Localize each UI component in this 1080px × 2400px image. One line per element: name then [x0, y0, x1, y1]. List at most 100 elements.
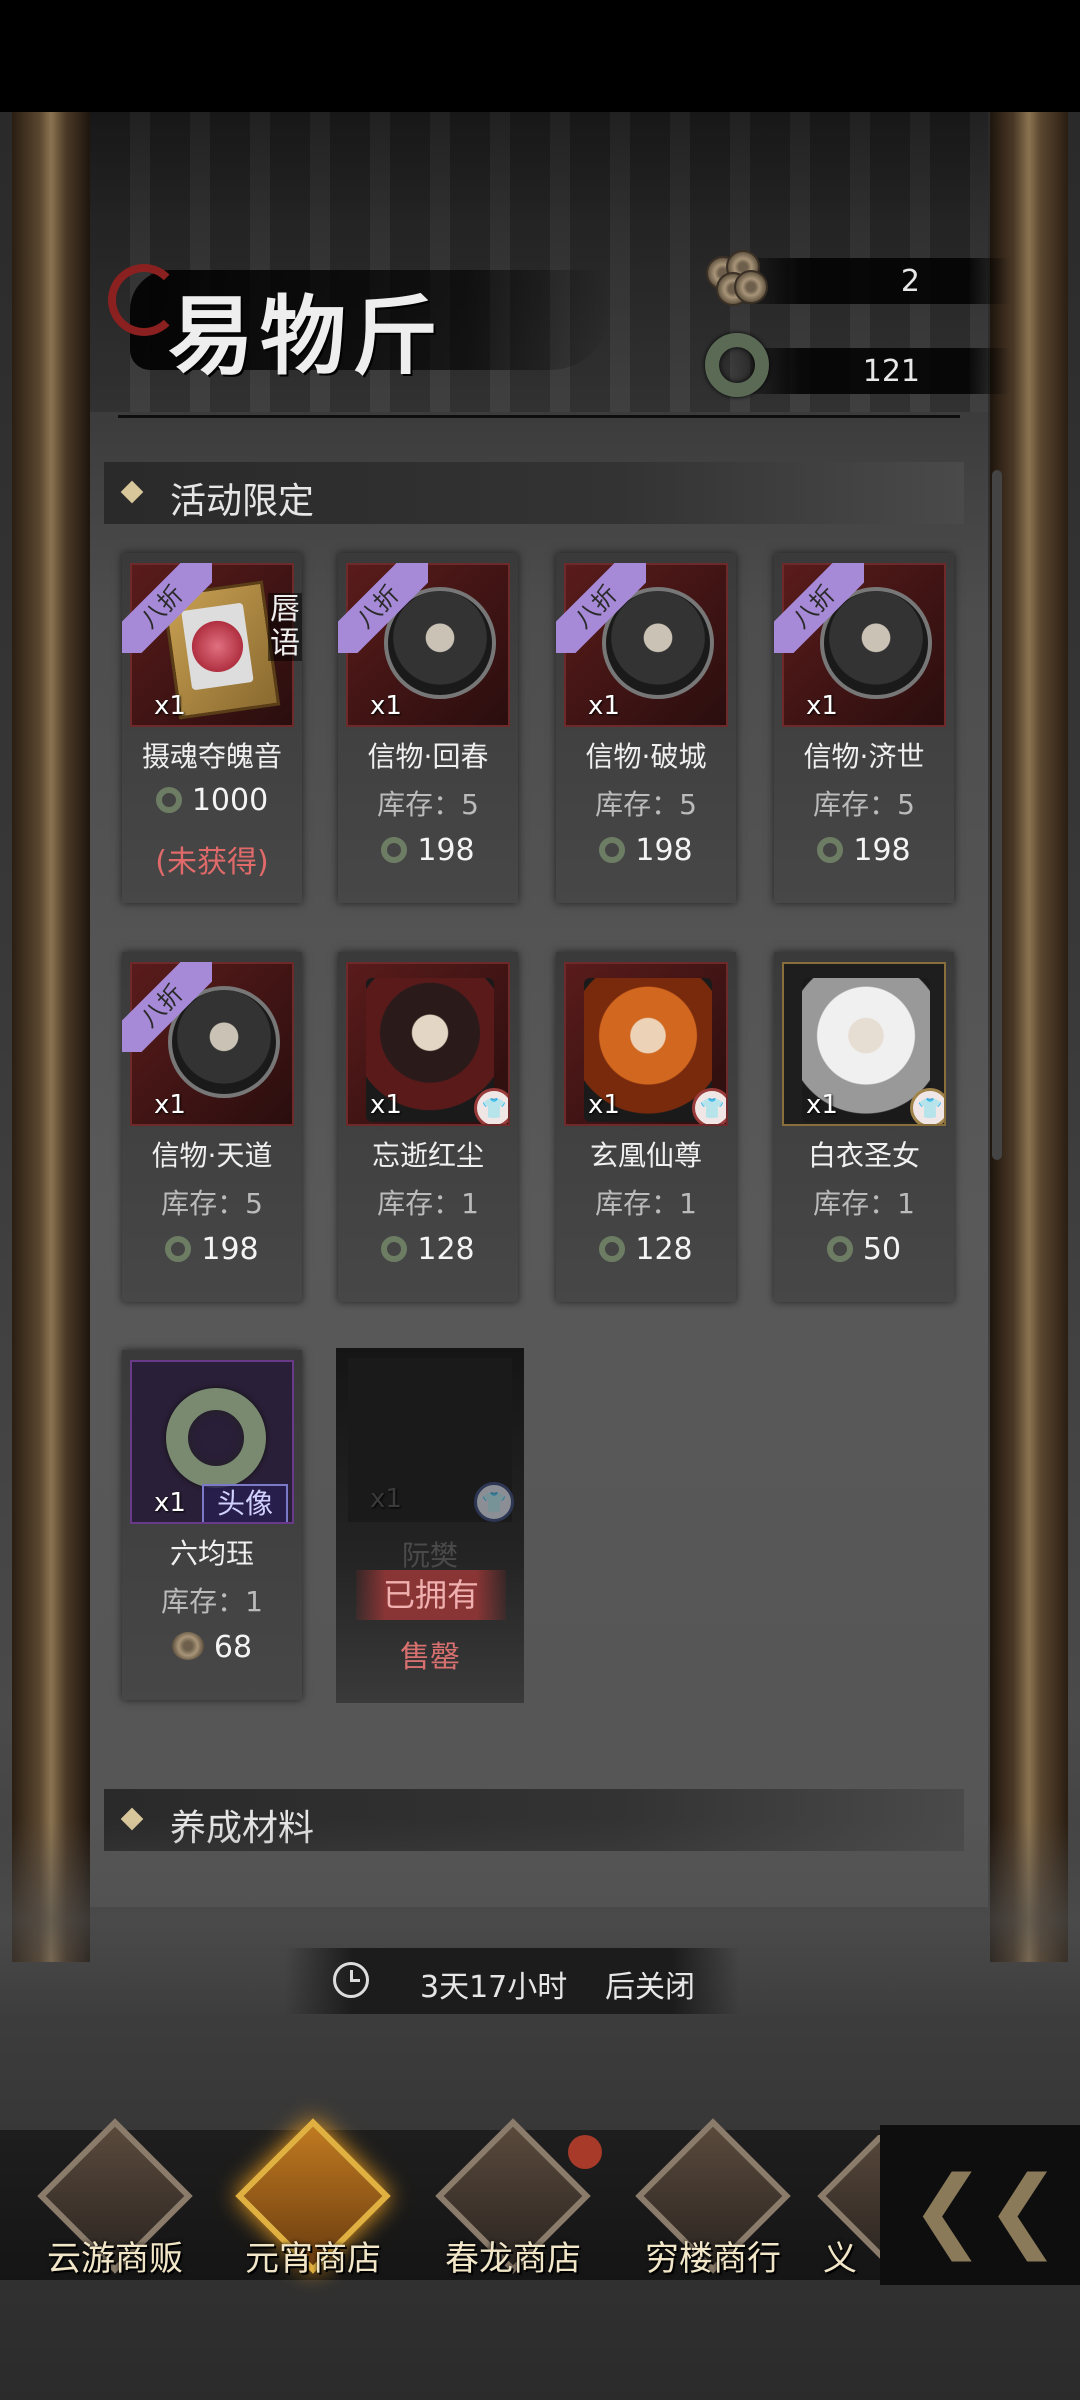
- item-image: x1 👕: [348, 1358, 514, 1522]
- shop-item-card[interactable]: x1 👕 白衣圣女 库存：1 50: [774, 952, 954, 1302]
- discount-ribbon: 八折: [122, 962, 212, 1052]
- item-name: 六均珏: [169, 1537, 254, 1570]
- item-price: 128: [338, 1232, 518, 1267]
- item-status: (未获得): [155, 845, 269, 880]
- scrollbar[interactable]: [992, 470, 1002, 1160]
- item-name: 摄魂夺魄音: [141, 740, 282, 773]
- item-stock: 库存：1: [377, 1187, 479, 1220]
- jade-ring-icon: [155, 787, 182, 813]
- item-quantity: x1: [806, 1090, 838, 1120]
- sold-out-label: 售罄: [400, 1640, 460, 1675]
- jade-ring-icon: [817, 837, 844, 863]
- shop-item-card[interactable]: x1 八折 信物·破城 库存：5 198: [556, 553, 736, 903]
- outfit-icon: 👕: [474, 1482, 514, 1522]
- header-divider: [118, 415, 960, 418]
- item-price: 198: [338, 833, 518, 868]
- item-quantity: x1: [806, 691, 838, 721]
- coins-icon: [700, 248, 768, 312]
- item-side-tag: 唇语: [268, 592, 302, 661]
- item-price: 198: [122, 1232, 302, 1267]
- shop-item-card[interactable]: x1 头像 六均珏 库存：1 68: [122, 1350, 302, 1700]
- item-name: 玄凰仙尊: [589, 1139, 702, 1172]
- tab-label: 穷楼商行: [645, 2239, 781, 2279]
- back-button[interactable]: ❮❮: [880, 2125, 1080, 2285]
- item-stock: 库存：5: [813, 788, 915, 821]
- tab-spring-dragon-shop[interactable]: 春龙商店: [418, 2118, 608, 2285]
- outfit-icon: 👕: [474, 1088, 508, 1124]
- item-stock: 库存：5: [595, 788, 697, 821]
- jade-ring-icon: [599, 837, 626, 863]
- timer-remaining: 3天17小时: [420, 1970, 568, 2005]
- shop-item-card[interactable]: x1 八折 信物·济世 库存：5 198: [774, 553, 954, 903]
- item-image: x1 👕: [564, 962, 728, 1126]
- item-price: 128: [556, 1232, 736, 1267]
- avatar-tag: 头像: [202, 1484, 288, 1522]
- jade-ring-icon: [705, 333, 769, 397]
- outfit-icon: 👕: [692, 1088, 726, 1124]
- jade-ring-icon: [165, 1236, 192, 1262]
- item-name: 信物·回春: [367, 740, 489, 773]
- shop-item-card[interactable]: x1 八折 唇语 摄魂夺魄音 1000 (未获得): [122, 553, 302, 903]
- currency-jade-value: 121: [862, 354, 920, 389]
- jade-ring-icon: [381, 1236, 408, 1262]
- item-name: 信物·天道: [151, 1139, 273, 1172]
- diamond-icon: [120, 480, 144, 504]
- item-price: 50: [774, 1232, 954, 1267]
- item-image: x1 头像: [130, 1360, 294, 1524]
- shop-item-card[interactable]: x1 👕 玄凰仙尊 库存：1 128: [556, 952, 736, 1302]
- item-quantity: x1: [588, 1090, 620, 1120]
- item-stock: 库存：5: [161, 1187, 263, 1220]
- shop-title-block: 易物斤: [108, 250, 610, 387]
- item-quantity: x1: [154, 1488, 186, 1518]
- discount-ribbon: 八折: [122, 563, 212, 653]
- status-bar-area: [0, 0, 1080, 112]
- tab-partial[interactable]: 义: [800, 2135, 880, 2285]
- tab-label: 春龙商店: [445, 2239, 581, 2279]
- page-title: 易物斤: [168, 286, 444, 387]
- discount-ribbon: 八折: [774, 563, 864, 653]
- item-name: 信物·破城: [585, 740, 707, 773]
- item-image: x1 👕: [346, 962, 510, 1126]
- item-stock: 库存：5: [377, 788, 479, 821]
- section-header-limited: 活动限定: [104, 462, 964, 524]
- shop-item-card[interactable]: x1 八折 信物·天道 库存：5 198: [122, 952, 302, 1302]
- tab-label: 义: [823, 2239, 857, 2279]
- outfit-icon: 👕: [910, 1088, 944, 1124]
- double-chevron-left-icon: ❮❮: [910, 2157, 1061, 2262]
- shop-item-card[interactable]: x1 八折 信物·回春 库存：5 198: [338, 553, 518, 903]
- clock-icon: [333, 1962, 369, 1998]
- jade-ring-icon: [166, 1388, 266, 1488]
- item-quantity: x1: [370, 691, 402, 721]
- jade-ring-icon: [381, 837, 408, 863]
- item-name: 白衣圣女: [807, 1139, 920, 1172]
- item-quantity: x1: [154, 691, 186, 721]
- tab-lantern-shop[interactable]: 元宵商店: [218, 2118, 408, 2285]
- item-name: 阮樊: [401, 1539, 458, 1572]
- notification-badge: [568, 2135, 602, 2169]
- item-price: 198: [774, 833, 954, 868]
- item-price: 198: [556, 833, 736, 868]
- tab-label: 云游商贩: [47, 2239, 183, 2279]
- item-price: 1000: [122, 783, 302, 818]
- jade-ring-icon: [826, 1236, 853, 1262]
- tab-label: 元宵商店: [245, 2239, 381, 2279]
- shop-close-timer: 3天17小时 后关闭: [285, 1948, 740, 2014]
- currency-coins: 2: [730, 258, 1010, 304]
- item-stock: 库存：1: [595, 1187, 697, 1220]
- owned-badge: 已拥有: [356, 1570, 506, 1620]
- item-quantity: x1: [154, 1090, 186, 1120]
- item-quantity: x1: [370, 1090, 402, 1120]
- shop-item-card[interactable]: x1 👕 忘逝红尘 库存：1 128: [338, 952, 518, 1302]
- item-name: 忘逝红尘: [371, 1139, 484, 1172]
- currency-jade: 121: [730, 348, 1010, 394]
- shop-item-card-sold-out[interactable]: x1 👕 阮樊 已拥有 售罄: [336, 1348, 524, 1703]
- item-name: 信物·济世: [803, 740, 925, 773]
- item-stock: 库存：1: [161, 1585, 263, 1618]
- item-quantity: x1: [588, 691, 620, 721]
- section-label: 活动限定: [170, 481, 315, 522]
- left-pillar: [12, 112, 90, 1962]
- discount-ribbon: 八折: [338, 563, 428, 653]
- tab-wandering-merchant[interactable]: 云游商贩: [20, 2118, 210, 2285]
- tab-poor-house-shop[interactable]: 穷楼商行: [618, 2118, 808, 2285]
- item-quantity: x1: [370, 1484, 402, 1514]
